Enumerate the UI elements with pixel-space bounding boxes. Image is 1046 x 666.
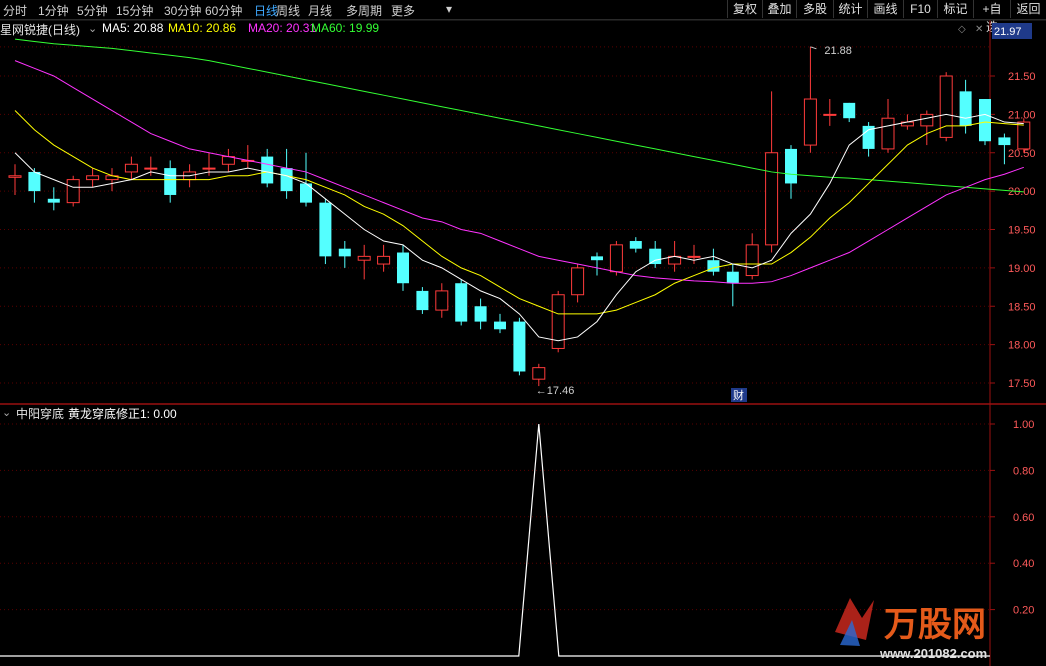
candle-body (47, 198, 60, 203)
candle-body (8, 175, 22, 178)
sub-y-tick-label: 1.00 (1013, 419, 1034, 431)
kline-chart[interactable]: 21.5021.0020.5020.0019.5019.0018.5018.00… (0, 0, 1046, 666)
candle-body (687, 255, 701, 258)
candle-body (66, 179, 80, 204)
y-tick-label: 19.50 (1008, 225, 1036, 237)
candle-body (86, 175, 100, 181)
sub-y-tick-label: 0.40 (1013, 558, 1034, 570)
diamond-icon: ◇ (958, 24, 966, 35)
candle-body (144, 167, 158, 170)
sub-y-tick-label: 0.80 (1013, 465, 1034, 477)
close-icon: ✕ (975, 24, 983, 35)
candle-body (435, 290, 449, 311)
candle-body (164, 168, 177, 195)
candle-body (745, 244, 759, 277)
candle-body (843, 102, 856, 119)
y-tick-label: 18.00 (1008, 340, 1036, 352)
sub-y-tick-label: 0.20 (1013, 605, 1034, 617)
y-tick-label: 18.50 (1008, 301, 1036, 313)
event-tag-text: 财 (733, 388, 744, 402)
candle-body (202, 167, 216, 170)
candle-body (571, 267, 585, 296)
candle-body (803, 98, 817, 146)
candle-body (513, 321, 526, 372)
high-marker-arrow (810, 46, 817, 50)
candle-body (338, 248, 351, 257)
candle-body (979, 99, 991, 142)
watermark-brand: 万股网 (884, 605, 986, 645)
candle-body (609, 244, 623, 273)
candle-body (261, 156, 274, 184)
candle-body (939, 75, 953, 138)
candle-body (474, 306, 487, 322)
candle-body (124, 163, 138, 173)
candle-body (28, 171, 41, 192)
candle-body (591, 256, 603, 261)
y-tick-label: 19.00 (1008, 263, 1036, 275)
y-tick-label: 21.00 (1008, 109, 1036, 121)
candle-body (494, 321, 506, 330)
candle-body (416, 290, 429, 311)
candle-body (280, 168, 293, 192)
candle-body (532, 367, 546, 380)
candle-body (998, 137, 1011, 146)
price-badge-text: 21.97 (994, 26, 1022, 38)
candle-body (1017, 121, 1031, 150)
low-marker-label: ←17.46 (536, 385, 575, 397)
candle-body (629, 241, 642, 249)
candle-body (959, 91, 972, 126)
candle-body (765, 152, 779, 246)
candle-body (397, 252, 409, 284)
y-tick-label: 20.50 (1008, 148, 1036, 160)
candle-body (785, 148, 797, 184)
candle-body (881, 117, 895, 150)
sub-y-tick-label: 0.60 (1013, 512, 1034, 524)
y-tick-label: 21.50 (1008, 71, 1036, 83)
high-marker-label: 21.88 (824, 45, 852, 57)
candle-body (319, 202, 332, 257)
candle-body (920, 113, 934, 127)
y-tick-label: 17.50 (1008, 378, 1036, 390)
candle-body (649, 248, 662, 265)
candle-body (377, 255, 391, 265)
candle-body (726, 271, 739, 284)
watermark-url: www.201082.com (879, 646, 987, 661)
candle-body (357, 255, 371, 261)
candle-body (455, 283, 468, 322)
candle-body (823, 113, 837, 116)
